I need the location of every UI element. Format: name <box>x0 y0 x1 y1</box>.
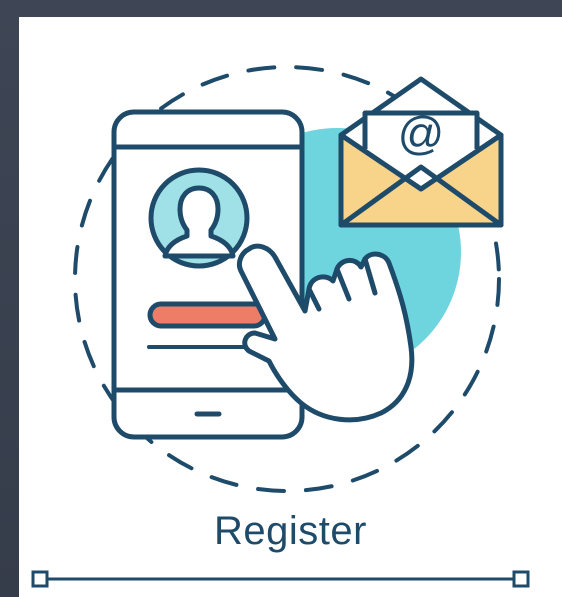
register-card: @ Register <box>19 17 562 597</box>
at-sign-envelope-icon: @ <box>338 76 504 228</box>
underline-right-handle <box>512 570 530 588</box>
register-field-bar <box>147 301 268 329</box>
page-background: @ Register <box>0 0 562 597</box>
underline-left-handle <box>31 570 49 588</box>
register-illustration: @ <box>73 65 504 493</box>
svg-text:@: @ <box>398 107 445 159</box>
user-avatar-icon <box>148 167 250 269</box>
caption-underline <box>31 570 530 588</box>
register-title: Register <box>214 509 367 553</box>
